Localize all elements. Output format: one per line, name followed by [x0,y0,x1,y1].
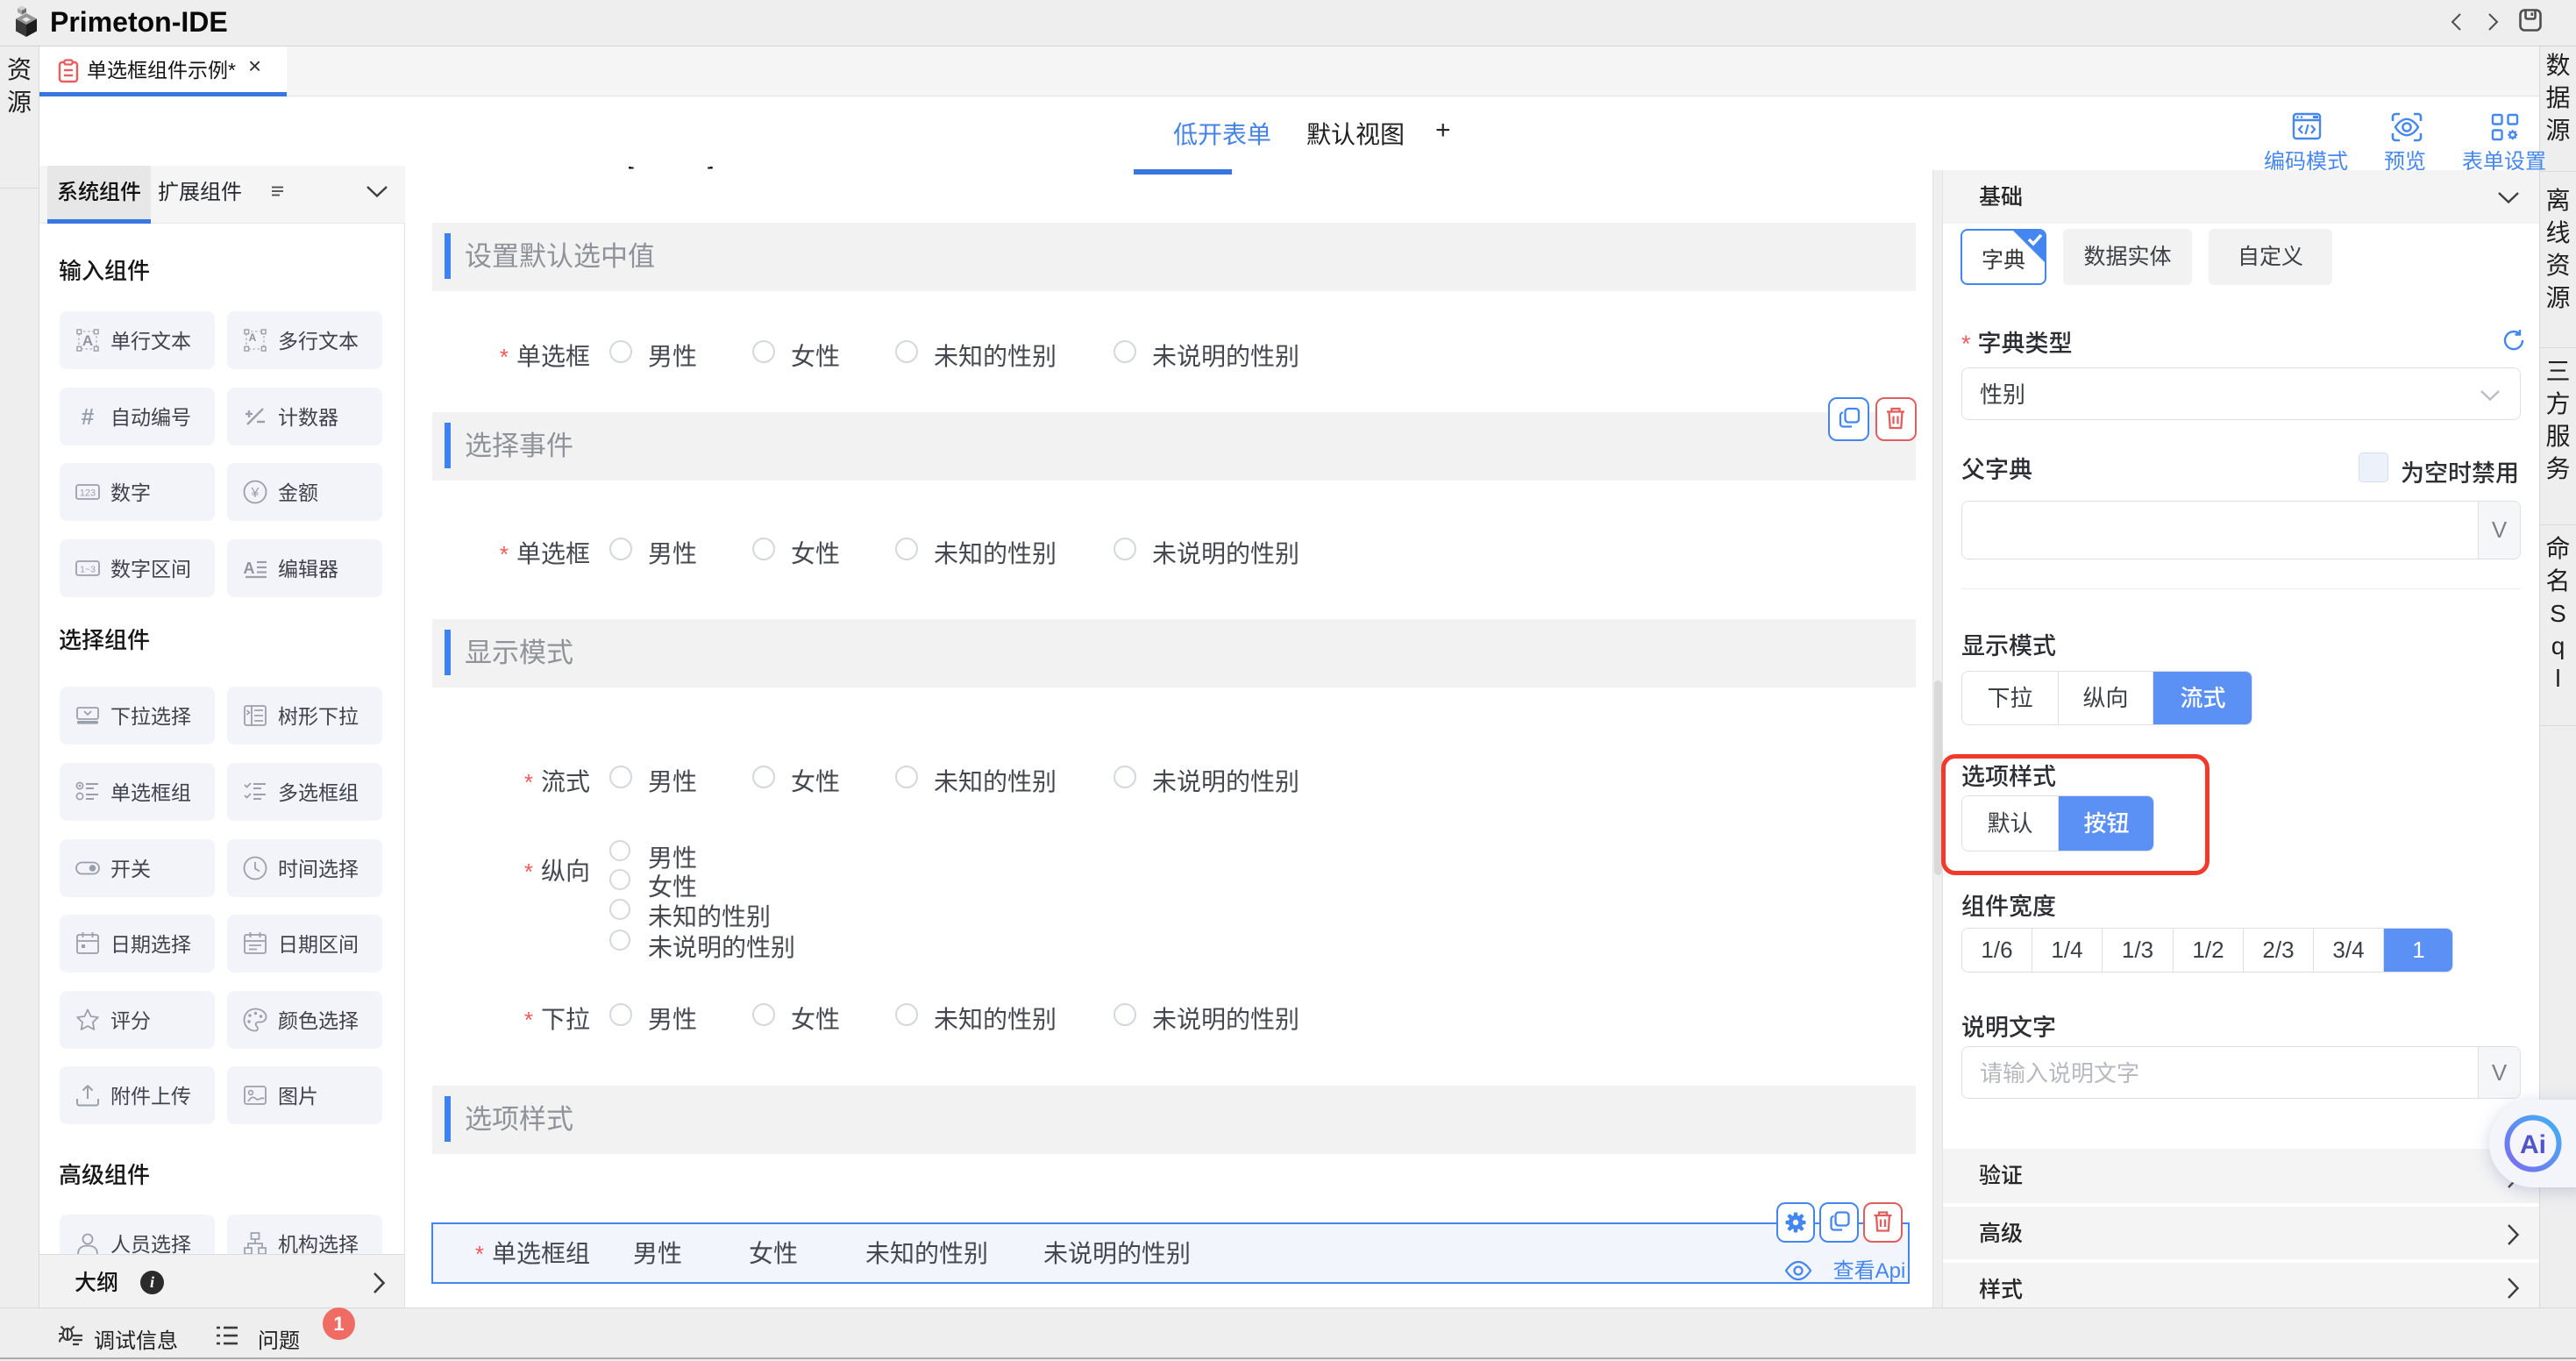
svg-text:¥: ¥ [251,486,260,501]
svg-text:1~3: 1~3 [80,565,96,575]
svg-text:A: A [82,332,93,349]
svg-text:Ai: Ai [2520,1130,2546,1159]
svg-text:A: A [249,331,257,344]
svg-text:A: A [244,559,255,577]
svg-text:123: 123 [80,488,96,499]
svg-text:#: # [82,403,95,430]
